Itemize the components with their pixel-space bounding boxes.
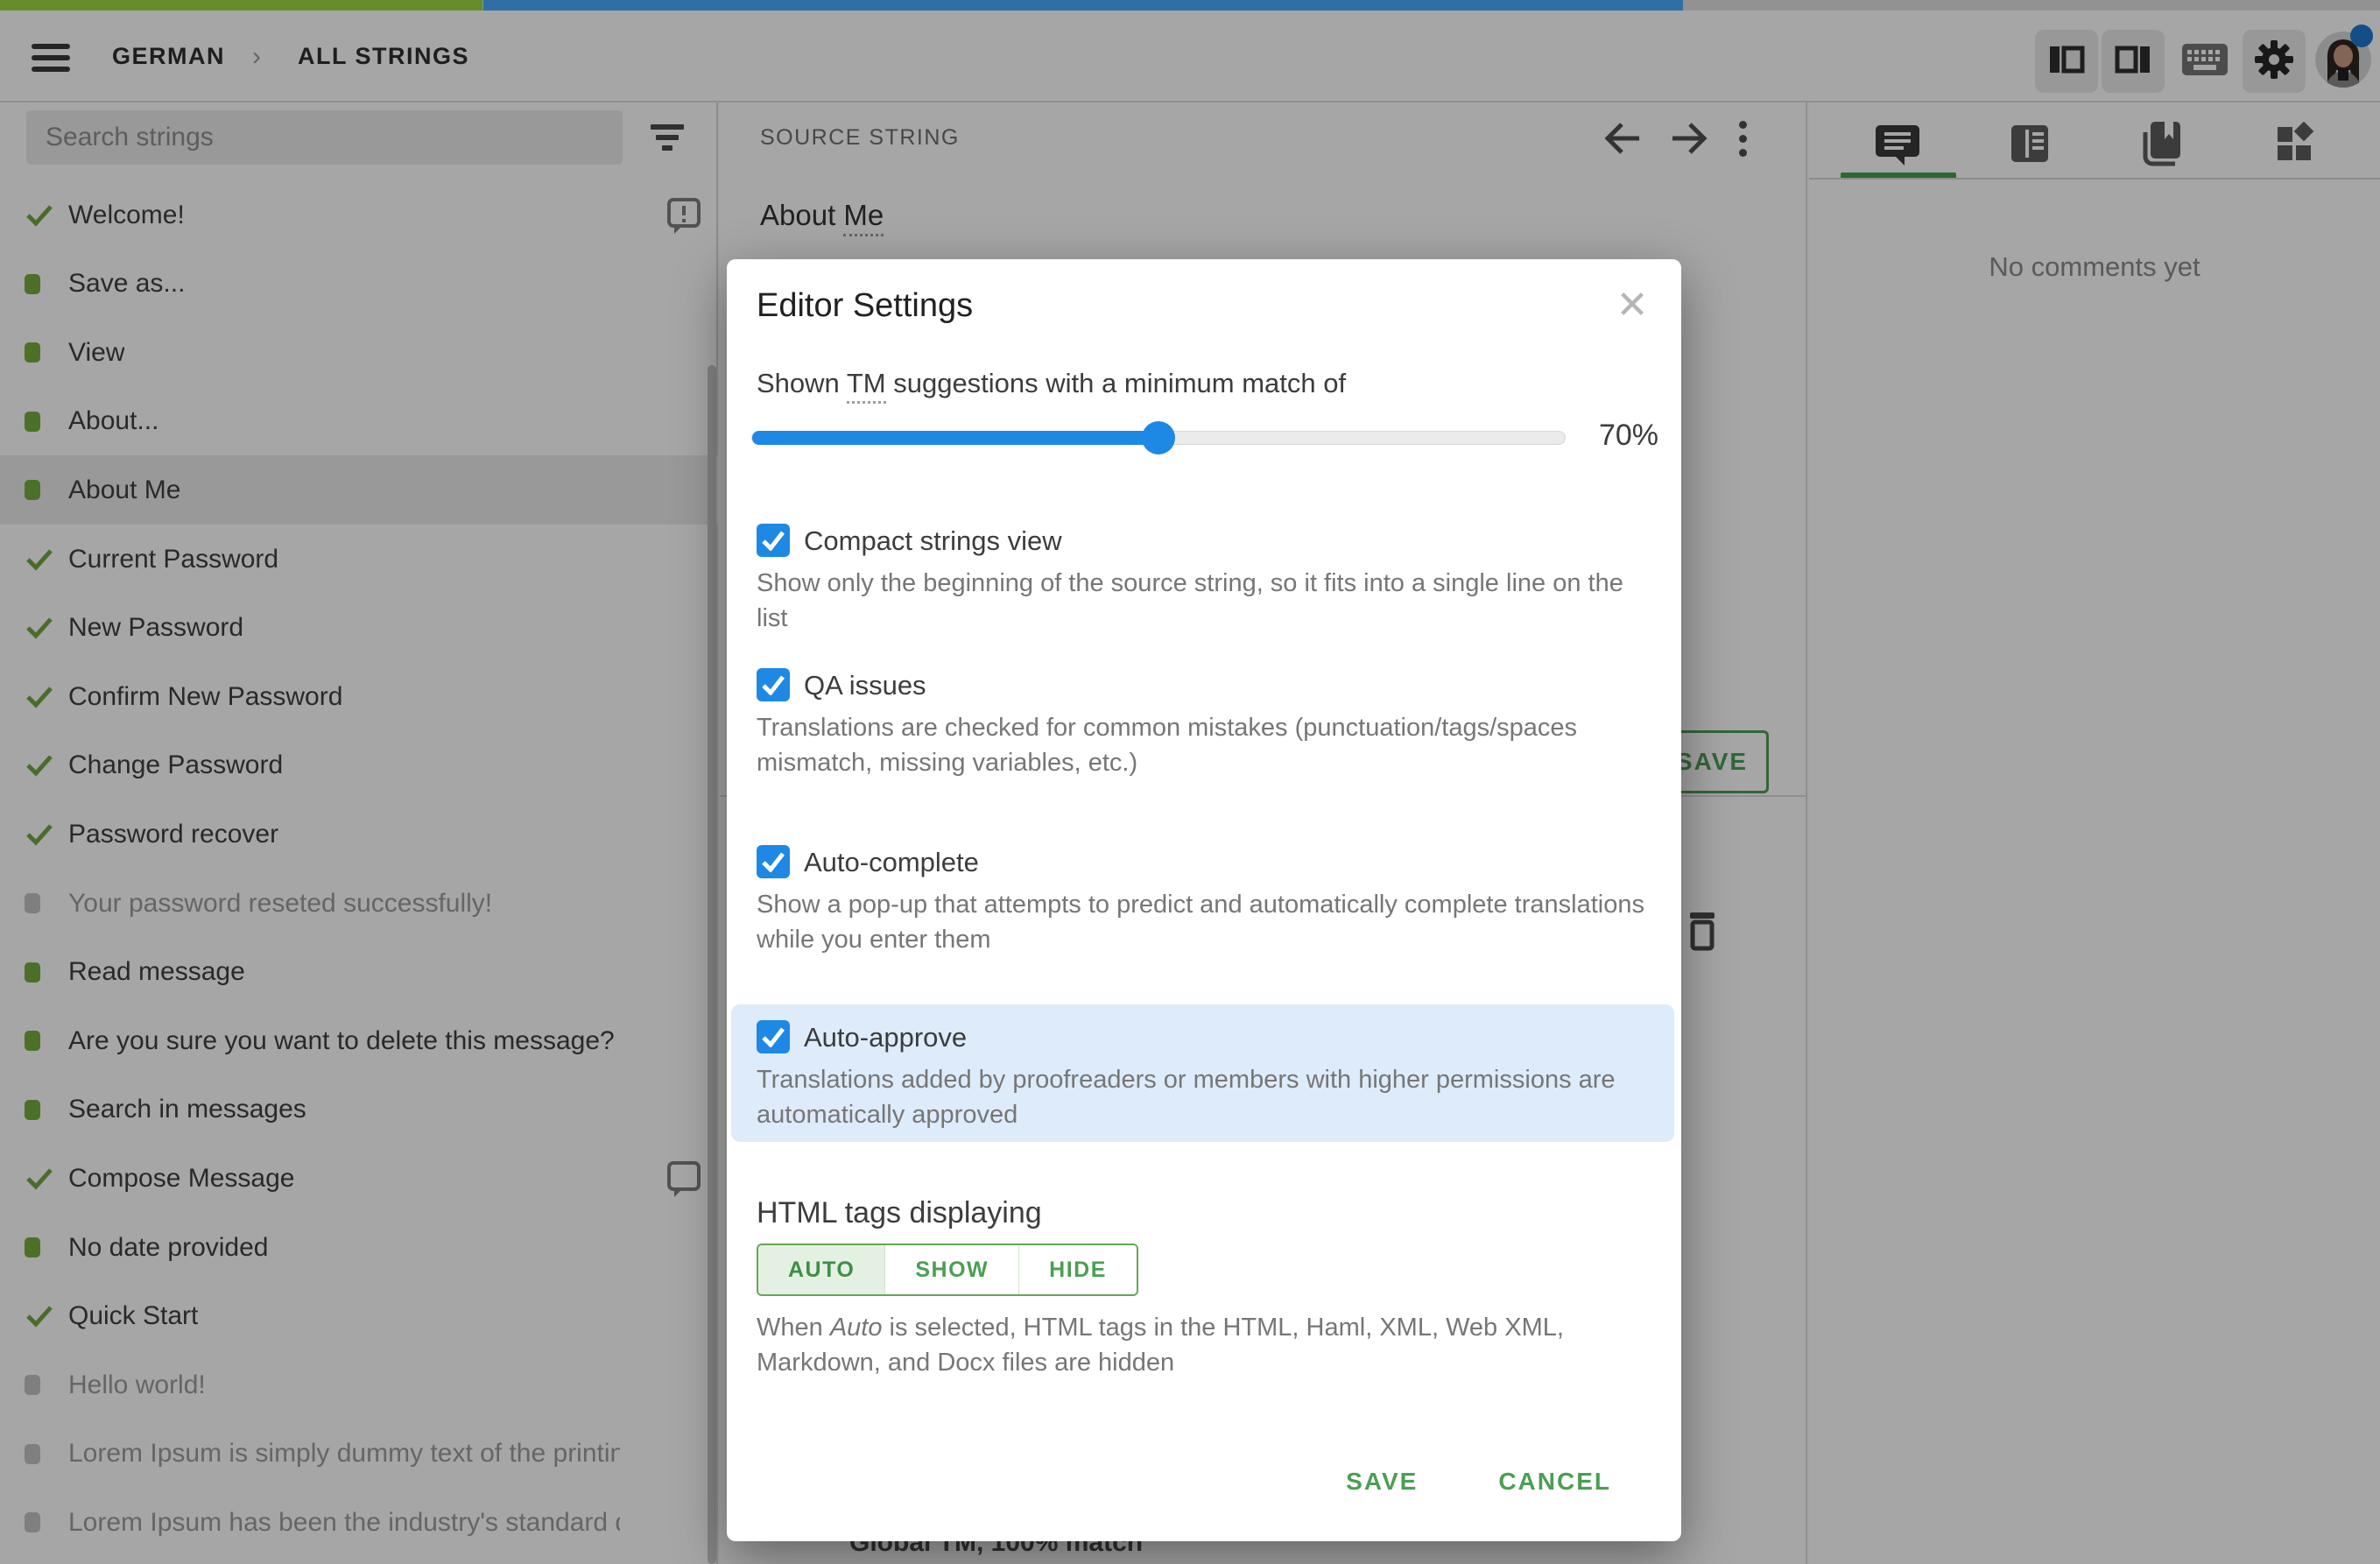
qa-issues-checkbox[interactable]	[757, 668, 790, 701]
auto-complete-label[interactable]: Auto-complete	[804, 847, 979, 878]
auto-approve-checkbox[interactable]	[757, 1020, 790, 1053]
tm-match-value: 70%	[1598, 419, 1658, 452]
compact-strings-label[interactable]: Compact strings view	[804, 525, 1062, 557]
compact-strings-checkbox[interactable]	[757, 524, 790, 557]
qa-issues-label[interactable]: QA issues	[804, 670, 926, 701]
auto-complete-desc: Show a pop-up that attempts to predict a…	[757, 891, 1644, 954]
cancel-button[interactable]: CANCEL	[1498, 1468, 1611, 1496]
tm-threshold-label: Shown TM suggestions with a minimum matc…	[757, 368, 1346, 404]
close-icon[interactable]: ✕	[1609, 282, 1655, 328]
editor-settings-dialog: Editor Settings ✕ Shown TM suggestions w…	[727, 259, 1681, 1541]
html-tags-toggle-group: AUTO SHOW HIDE	[757, 1243, 1138, 1296]
tm-abbr: TM	[846, 368, 886, 404]
html-tags-show-button[interactable]: SHOW	[885, 1245, 1020, 1294]
html-tags-heading: HTML tags displaying	[757, 1196, 1042, 1229]
dialog-title: Editor Settings	[757, 287, 974, 324]
html-tags-auto-button[interactable]: AUTO	[758, 1245, 886, 1294]
save-button[interactable]: SAVE	[1346, 1468, 1418, 1496]
slider-fill	[752, 431, 1158, 445]
compact-strings-desc: Show only the beginning of the source st…	[757, 569, 1623, 632]
html-tags-desc: When Auto is selected, HTML tags in the …	[757, 1314, 1564, 1377]
auto-complete-checkbox[interactable]	[757, 845, 790, 878]
dialog-footer: SAVE CANCEL	[727, 1447, 1681, 1517]
slider-thumb[interactable]	[1142, 421, 1175, 454]
html-tags-hide-button[interactable]: HIDE	[1019, 1245, 1137, 1294]
tm-match-slider[interactable]	[751, 421, 1566, 454]
qa-issues-desc: Translations are checked for common mist…	[757, 714, 1578, 777]
auto-approve-label[interactable]: Auto-approve	[804, 1022, 967, 1053]
auto-approve-desc: Translations added by proofreaders or me…	[757, 1066, 1616, 1129]
